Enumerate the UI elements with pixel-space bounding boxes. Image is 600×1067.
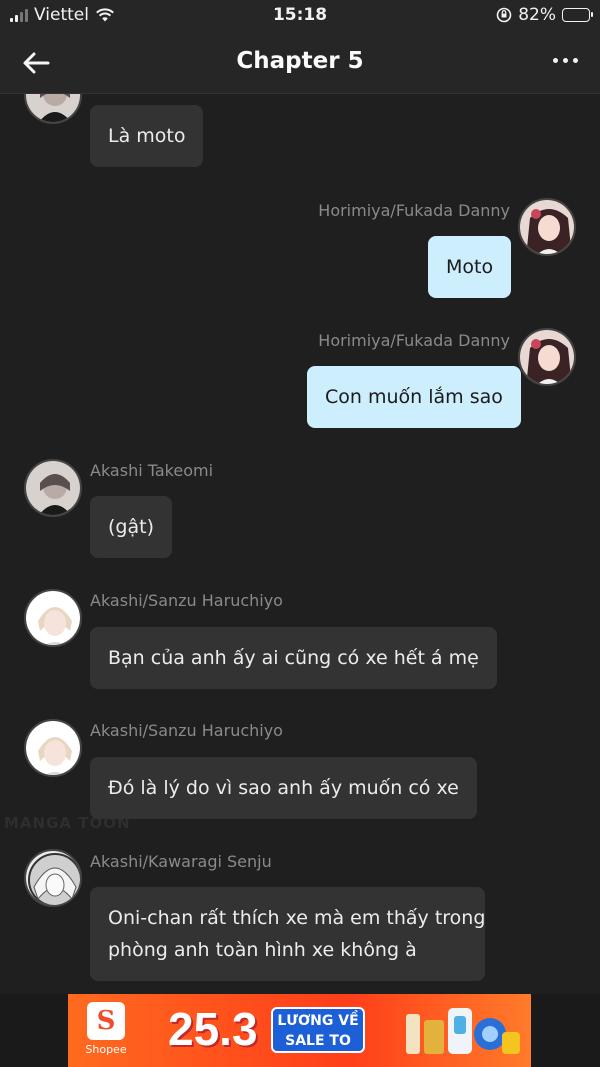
- message-author: Akashi/Sanzu Haruchiyo: [90, 721, 283, 740]
- message-bubble[interactable]: Moto: [428, 236, 512, 298]
- message-author: Akashi/Kawaragi Senju: [90, 852, 272, 871]
- avatar-fukada-danny[interactable]: [518, 198, 576, 256]
- avatar-sanzu-haruchiyo[interactable]: [24, 589, 82, 647]
- message-bubble[interactable]: Oni-chan rất thích xe mà em thấy trong p…: [90, 887, 485, 981]
- shopee-bag-icon: S: [87, 1002, 125, 1040]
- ad-promo-line1: LƯƠNG VỀ: [277, 1013, 359, 1029]
- ad-promo-badge: LƯƠNG VỀ SALE TO: [271, 1007, 365, 1053]
- avatar-kawaragi-senju[interactable]: [24, 849, 82, 907]
- message-author: Akashi Takeomi: [90, 461, 214, 480]
- message-author: Akashi/Sanzu Haruchiyo: [90, 591, 283, 610]
- status-bar: Viettel 15:18 82%: [0, 0, 600, 32]
- message-bubble[interactable]: Là moto: [90, 105, 204, 167]
- more-options-button[interactable]: [553, 58, 578, 63]
- orientation-lock-icon: [496, 7, 512, 23]
- chat-area[interactable]: MANGA TOON Là moto Horimiya/Fukada Danny…: [0, 94, 600, 994]
- shopee-logo: S Shopee: [78, 1002, 134, 1060]
- message-bubble[interactable]: Con muốn lắm sao: [307, 366, 521, 428]
- avatar-akashi-takeomi[interactable]: [24, 94, 82, 124]
- message-line: Oni-chan rất thích xe mà em thấy trong: [108, 907, 486, 929]
- ad-banner[interactable]: S Shopee 25.3 LƯƠNG VỀ SALE TO: [68, 994, 531, 1067]
- chapter-header: Chapter 5: [0, 32, 600, 94]
- ad-products-image: [406, 1008, 520, 1054]
- message-bubble[interactable]: (gật): [90, 496, 172, 558]
- ad-promo-line2: SALE TO: [285, 1033, 351, 1049]
- status-right: 82%: [496, 5, 593, 25]
- avatar-sanzu-haruchiyo[interactable]: [24, 719, 82, 777]
- ad-strip: S Shopee 25.3 LƯƠNG VỀ SALE TO: [0, 994, 600, 1067]
- message-bubble[interactable]: Bạn của anh ấy ai cũng có xe hết á mẹ: [90, 627, 497, 689]
- battery-percent: 82%: [518, 5, 556, 25]
- message-bubble[interactable]: Đó là lý do vì sao anh ấy muốn có xe: [90, 757, 477, 819]
- message-author: Horimiya/Fukada Danny: [318, 331, 510, 350]
- message-line: phòng anh toàn hình xe không à: [108, 939, 417, 961]
- message-author: Horimiya/Fukada Danny: [318, 201, 510, 220]
- avatar-fukada-danny[interactable]: [518, 328, 576, 386]
- battery-icon: [562, 8, 593, 22]
- ad-date: 25.3: [168, 1003, 258, 1055]
- page-title: Chapter 5: [236, 48, 364, 74]
- avatar-akashi-takeomi[interactable]: [24, 459, 82, 517]
- shopee-brand: Shopee: [85, 1043, 127, 1056]
